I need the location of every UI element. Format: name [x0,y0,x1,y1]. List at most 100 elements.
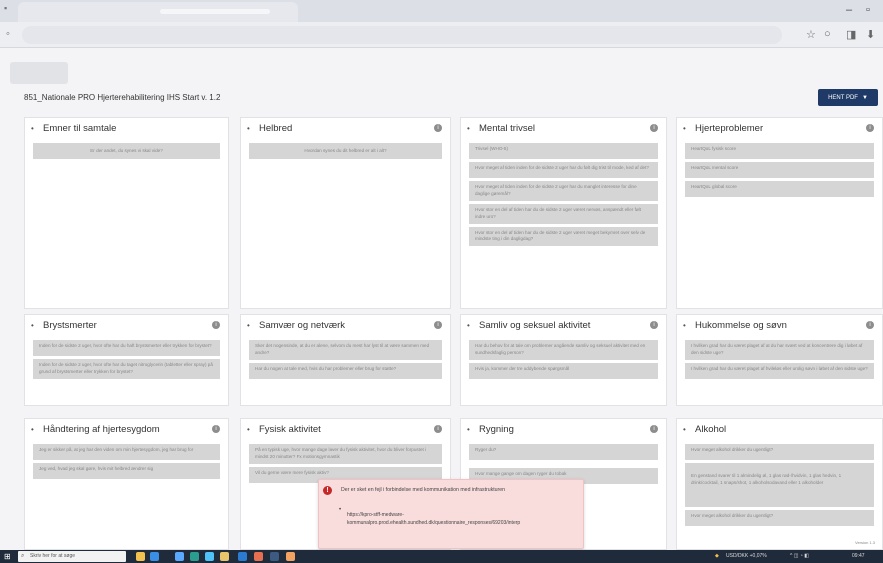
question-item[interactable]: HeartQoL global score [685,181,874,197]
card-header[interactable]: • Hukommelse og søvn i [677,315,882,335]
pdf-button-label: HENT PDF [828,94,858,101]
profile-icon[interactable]: ⬇ [866,28,875,41]
question-item[interactable]: Hvor meget af tiden inden for de sidste … [469,162,658,178]
info-icon[interactable]: i [650,321,658,329]
pdf-button[interactable]: HENT PDF ▼ [818,89,878,106]
card-title: Hjerteproblemer [695,122,764,134]
error-bullet: • [339,507,342,513]
chevron-down-icon[interactable]: • [467,124,477,133]
edge-icon[interactable] [205,552,214,561]
store-icon[interactable] [190,552,199,561]
info-icon[interactable]: i [650,124,658,132]
chevron-down-icon[interactable]: • [683,124,693,133]
question-item[interactable]: Hvor stor en del af tiden har du de sids… [469,203,658,224]
taskbar-search-input[interactable]: ⌕ Skriv her for at søge [18,551,126,562]
question-item[interactable]: I hvilken grad har du været plaget af at… [685,340,874,360]
windows-start-icon[interactable]: ⊞ [4,552,11,561]
taskbar: ⊞ ⌕ Skriv her for at søge ◆ USD/DKK +0,0… [0,550,883,563]
star-icon[interactable]: ☆ [806,28,816,41]
widgets-icon[interactable] [136,552,145,561]
info-icon[interactable]: ◦ [6,28,10,40]
card-header[interactable]: • Mental trivsel i [461,118,666,138]
question-item[interactable]: Har du nogen at tale med, hvis du har pr… [249,362,442,379]
question-item[interactable]: Hvor stor en del af tiden har du de sids… [469,226,658,247]
info-icon[interactable]: i [866,124,874,132]
question-item[interactable]: Jeg ved, hvad jeg skal gøre, hvis mit he… [33,463,220,479]
question-item[interactable]: Inden for de sidste 2 uger, hvor ofte ha… [33,340,220,356]
chrome-icon[interactable] [220,552,229,561]
sidebar-icon[interactable]: ◨ [846,28,856,41]
info-icon[interactable]: i [434,124,442,132]
chevron-down-icon[interactable]: • [467,321,477,330]
card-header[interactable]: • Rygning i [461,419,666,439]
question-item[interactable]: En genstand svarer til 1 almindelig øl, … [685,463,874,507]
question-item[interactable]: Sker det nogensinde, at du er alene, sel… [249,340,442,360]
card-header[interactable]: • Samvær og netværk i [241,315,450,335]
browser-tab-bar: ▪ – ▫ [0,0,883,22]
app-icon-2[interactable] [286,552,295,561]
office-icon[interactable] [254,552,263,561]
chevron-down-icon[interactable]: • [247,124,257,133]
card-title: Samliv og seksuel aktivitet [479,319,591,331]
maximize-icon[interactable]: ▫ [866,4,870,16]
task-view-icon[interactable] [150,552,159,561]
question-item[interactable]: Hvis ja, kommer der tre uddybende spørgs… [469,362,658,379]
card-helbred: • Helbred i Hvordan synes du dit helbred… [240,117,451,309]
card-title: Alkohol [695,423,727,435]
info-icon[interactable]: i [434,425,442,433]
tray-icons[interactable]: ^ ◫ ◔ ◧ [790,553,809,559]
card-title: Håndtering af hjertesygdom [43,423,160,435]
question-item[interactable]: Trivsel (WHO-5) [469,143,658,159]
info-icon[interactable]: i [212,321,220,329]
explorer-icon[interactable] [175,552,184,561]
question-item[interactable]: Hvor meget alkohol drikker du ugentligt? [685,444,874,460]
chevron-down-icon[interactable]: • [683,321,693,330]
question-item[interactable]: Har du behov for at tale om problemer an… [469,340,658,360]
extensions-icon[interactable]: ○ [824,28,831,40]
question-item[interactable]: Er der andet, du synes vi skal vide? [33,143,220,159]
card-header[interactable]: • Hjerteproblemer i [677,118,882,138]
question-item[interactable]: Jeg er sikker på, at jeg har den viden o… [33,444,220,460]
chevron-down-icon[interactable]: • [683,425,693,434]
chevron-down-icon[interactable]: • [31,124,41,133]
info-icon[interactable]: i [434,321,442,329]
chevron-down-icon[interactable]: • [247,321,257,330]
card-header[interactable]: • Håndtering af hjertesygdom i [25,419,228,439]
card-header[interactable]: • Helbred i [241,118,450,138]
card-header[interactable]: • Samliv og seksuel aktivitet i [461,315,666,335]
question-item[interactable]: Hvordan synes du dit helbred er alt i al… [249,143,442,159]
chevron-down-icon[interactable]: • [247,425,257,434]
info-icon[interactable]: i [212,425,220,433]
info-icon[interactable]: i [866,321,874,329]
ticker-text[interactable]: USD/DKK +0,07% [726,553,767,559]
question-item[interactable]: Hvor meget af tiden inden for de sidste … [469,181,658,201]
info-icon[interactable]: i [650,425,658,433]
card-title: Hukommelse og søvn [695,319,787,331]
app-icon[interactable] [270,552,279,561]
error-toast[interactable]: ! Der er sket en fejl i forbindelse med … [318,479,584,549]
minimize-icon[interactable]: – [846,4,852,16]
question-item[interactable]: HeartQoL fysisk score [685,143,874,159]
card-title: Samvær og netværk [259,319,346,331]
question-item[interactable]: Inden for de sidste 2 uger, hvor ofte ha… [33,359,220,379]
tab-menu-icon[interactable]: ▪ [4,3,7,13]
question-item[interactable]: På en typisk uge, hvor mange dage laver … [249,444,442,464]
question-item[interactable]: HeartQoL mental score [685,162,874,178]
chevron-down-icon[interactable]: • [31,425,41,434]
card-mental-trivsel: • Mental trivsel i Trivsel (WHO-5) Hvor … [460,117,667,309]
chevron-down-icon[interactable]: • [31,321,41,330]
logo [10,62,68,84]
card-header[interactable]: • Fysisk aktivitet i [241,419,450,439]
clock[interactable]: 09:47 [852,553,865,559]
url-field[interactable] [22,26,782,44]
error-message: Der er sket en fejl i forbindelse med ko… [341,487,506,493]
question-item[interactable]: I hvilken grad har du været plaget af hv… [685,362,874,379]
question-item[interactable]: Hvor meget alkohol drikker du ugentligt? [685,510,874,526]
card-header[interactable]: • Emner til samtale [25,118,228,138]
outlook-icon[interactable] [238,552,247,561]
ticker-icon[interactable]: ◆ [715,553,719,559]
card-header[interactable]: • Alkohol [677,419,882,439]
chevron-down-icon[interactable]: • [467,425,477,434]
card-header[interactable]: • Brystsmerter i [25,315,228,335]
question-item[interactable]: Ryger du? [469,444,658,460]
